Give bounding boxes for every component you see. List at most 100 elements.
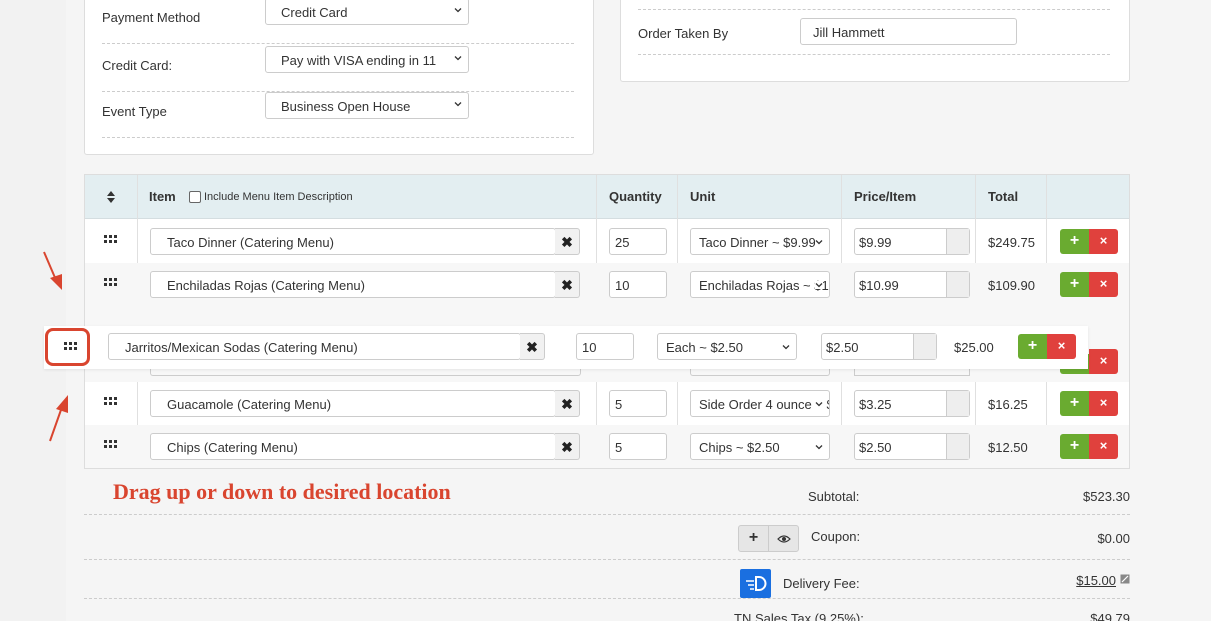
table-row: Enchiladas Rojas (Catering Menu) ✖ 10 En… — [85, 263, 1129, 306]
order-info-panel: Payment Method Credit Card Credit Card: … — [84, 0, 594, 155]
chevron-down-icon — [454, 8, 462, 13]
credit-card-label: Credit Card: — [102, 58, 173, 73]
price-value: $2.50 — [859, 440, 892, 455]
row-total: $249.75 — [988, 235, 1035, 250]
item-name-field[interactable]: Guacamole (Catering Menu) — [150, 390, 556, 417]
order-details-panel: Order Taken By Jill Hammett — [620, 0, 1130, 82]
coupon-value: $0.00 — [1097, 531, 1130, 546]
drag-handle-icon[interactable] — [104, 278, 118, 290]
table-header: Item Include Menu Item Description Quant… — [85, 175, 1129, 219]
quantity-field[interactable]: 5 — [609, 433, 667, 460]
item-name-field[interactable]: Chips (Catering Menu) — [150, 433, 556, 460]
arrow-up-annotation-icon — [49, 395, 68, 442]
include-description-checkbox[interactable] — [189, 191, 201, 203]
add-row-button[interactable]: + — [1060, 434, 1089, 459]
unit-header: Unit — [690, 189, 716, 204]
eye-icon[interactable] — [777, 534, 791, 544]
dragged-table-row[interactable]: Jarritos/Mexican Sodas (Catering Menu) ✖… — [44, 326, 1088, 369]
add-row-button[interactable]: + — [1060, 229, 1089, 254]
price-addon — [946, 434, 969, 459]
sort-icon[interactable] — [106, 190, 116, 204]
remove-row-button[interactable]: × — [1089, 229, 1118, 254]
chevron-down-icon — [454, 56, 462, 61]
credit-card-select[interactable]: Pay with VISA ending in 11 — [265, 46, 469, 73]
price-field[interactable]: $9.99 — [854, 228, 970, 255]
drag-handle-icon[interactable] — [104, 440, 118, 452]
quantity-field[interactable]: 10 — [609, 271, 667, 298]
remove-row-button[interactable]: × — [1089, 272, 1118, 297]
drag-handle-icon[interactable] — [104, 397, 118, 409]
unit-select[interactable]: Taco Dinner ~ $9.99 — [690, 228, 830, 255]
unit-select[interactable]: Chips ~ $2.50 — [690, 433, 830, 460]
clear-item-button[interactable]: ✖ — [555, 433, 580, 460]
coupon-label: Coupon: — [811, 529, 861, 544]
drag-instruction-text: Drag up or down to desired location — [113, 479, 451, 504]
doordash-logo-icon — [740, 569, 771, 598]
hidden-unit-field — [690, 368, 830, 376]
delivery-fee-label: Delivery Fee: — [783, 576, 860, 591]
order-items-table: Item Include Menu Item Description Quant… — [84, 174, 1130, 469]
add-row-button[interactable]: + — [1018, 334, 1047, 359]
add-row-button[interactable]: + — [1060, 391, 1089, 416]
order-taken-by-field[interactable]: Jill Hammett — [800, 18, 1017, 45]
quantity-field[interactable]: 10 — [576, 333, 634, 360]
item-name-field[interactable]: Enchiladas Rojas (Catering Menu) — [150, 271, 556, 298]
row-total: $109.90 — [988, 278, 1035, 293]
drag-handle-icon[interactable] — [64, 342, 78, 354]
chevron-down-icon — [454, 102, 462, 107]
price-header: Price/Item — [854, 189, 917, 204]
quantity-field[interactable]: 25 — [609, 228, 667, 255]
event-type-row: Event Type Business Open House — [102, 92, 574, 138]
divider — [84, 559, 1130, 560]
item-header: Item — [149, 189, 176, 204]
remove-row-button[interactable]: × — [1089, 349, 1118, 374]
item-name-field[interactable]: Taco Dinner (Catering Menu) — [150, 228, 556, 255]
delivery-fee-value[interactable]: $15.00 — [1030, 573, 1116, 588]
price-field[interactable]: $10.99 — [854, 271, 970, 298]
price-field[interactable]: $2.50 — [854, 433, 970, 460]
table-row: Chips (Catering Menu) ✖ 5 Chips ~ $2.50 … — [85, 425, 1129, 468]
chevron-down-icon — [815, 400, 823, 408]
price-field[interactable]: $3.25 — [854, 390, 970, 417]
price-field[interactable]: $2.50 — [821, 333, 937, 360]
clear-item-button[interactable]: ✖ — [555, 228, 580, 255]
quantity-field[interactable]: 5 — [609, 390, 667, 417]
payment-method-row: Payment Method Credit Card — [102, 0, 574, 44]
remove-row-button[interactable]: × — [1089, 391, 1118, 416]
divider — [638, 9, 1110, 10]
table-row: Taco Dinner (Catering Menu) ✖ 25 Taco Di… — [85, 220, 1129, 263]
event-type-select[interactable]: Business Open House — [265, 92, 469, 119]
add-coupon-button[interactable]: + — [739, 526, 769, 551]
sales-tax-label: TN Sales Tax (9.25%): — [734, 611, 864, 621]
credit-card-row: Credit Card: Pay with VISA ending in 11 — [102, 46, 574, 92]
clear-item-button[interactable]: ✖ — [555, 271, 580, 298]
unit-value: Taco Dinner ~ $9.99 — [699, 235, 816, 250]
drag-handle-highlight[interactable] — [45, 328, 90, 366]
unit-select[interactable]: Each ~ $2.50 — [657, 333, 797, 360]
price-addon — [913, 334, 936, 359]
row-total: $12.50 — [988, 440, 1028, 455]
subtotal-value: $523.30 — [1083, 489, 1130, 504]
order-taken-by-label: Order Taken By — [638, 26, 729, 41]
chevron-down-icon — [782, 345, 790, 350]
remove-row-button[interactable]: × — [1089, 434, 1118, 459]
payment-method-select[interactable]: Credit Card — [265, 0, 469, 25]
remove-row-button[interactable]: × — [1047, 334, 1076, 359]
clear-item-button[interactable]: ✖ — [555, 390, 580, 417]
coupon-button-group: + — [738, 525, 799, 552]
unit-value: Chips ~ $2.50 — [699, 440, 780, 455]
edit-icon[interactable] — [1120, 574, 1130, 584]
sales-tax-value: $49.79 — [1090, 611, 1130, 621]
arrow-down-annotation-icon — [43, 251, 62, 290]
unit-select[interactable]: Enchiladas Rojas ~ $10.99 — [690, 271, 830, 298]
clear-item-button[interactable]: ✖ — [520, 333, 545, 360]
chevron-down-icon — [815, 443, 823, 451]
unit-value: Enchiladas Rojas ~ $10.99 — [699, 278, 829, 293]
price-addon — [946, 391, 969, 416]
drag-handle-icon[interactable] — [104, 235, 118, 247]
divider — [638, 54, 1110, 55]
add-row-button[interactable]: + — [1060, 272, 1089, 297]
unit-select[interactable]: Side Order 4 ounce ~ $3.25 — [690, 390, 830, 417]
item-name-field[interactable]: Jarritos/Mexican Sodas (Catering Menu) — [108, 333, 521, 360]
price-addon — [946, 272, 969, 297]
